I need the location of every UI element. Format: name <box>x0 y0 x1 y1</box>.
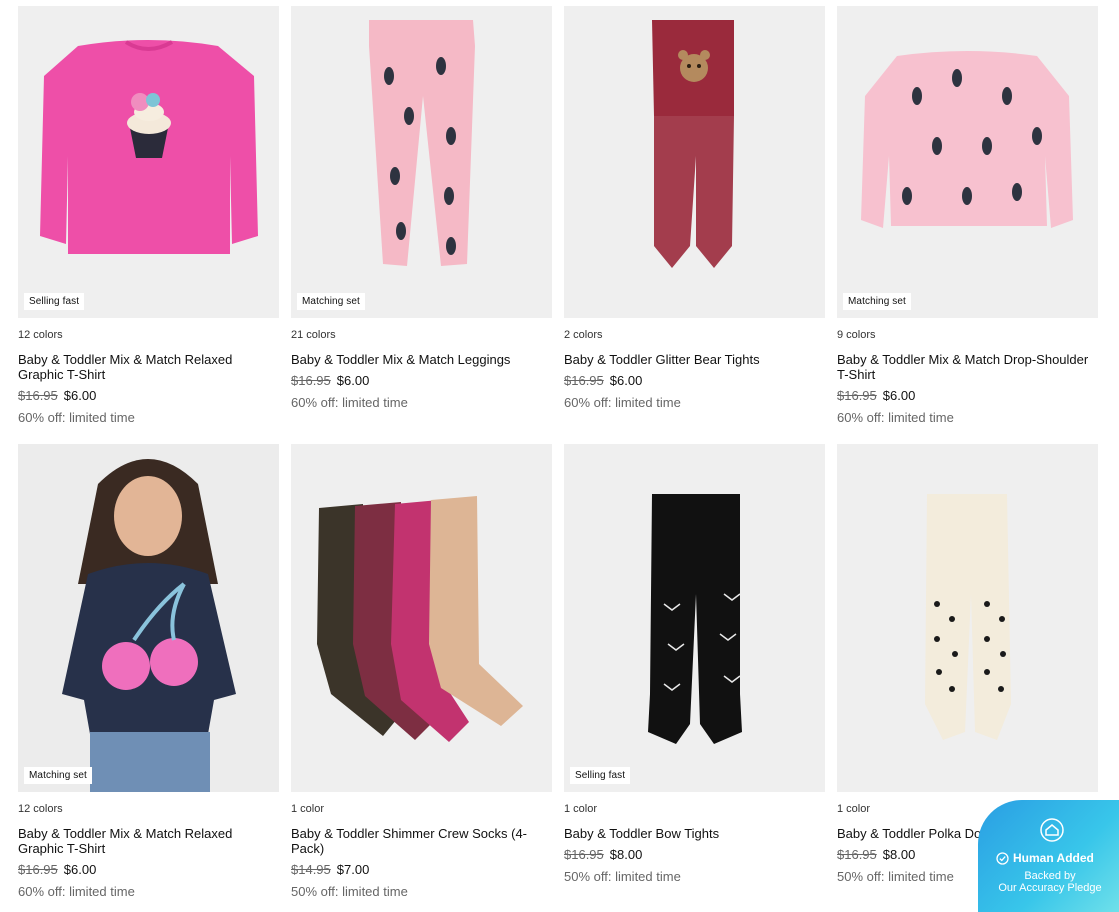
product-price: $16.95 $6.00 <box>18 862 279 877</box>
product-image[interactable]: Matching set <box>18 444 279 792</box>
promo-text: 60% off: limited time <box>564 395 681 410</box>
original-price: $14.95 <box>291 862 331 877</box>
product-badge: Matching set <box>24 767 92 784</box>
product-name[interactable]: Baby & Toddler Mix & Match Leggings <box>291 352 552 367</box>
house-icon <box>1040 818 1064 842</box>
sale-price: $6.00 <box>63 862 97 877</box>
color-count[interactable]: 21 colors <box>291 329 552 343</box>
product-card[interactable]: Selling fast 12 colors Baby & Toddler Mi… <box>18 6 279 444</box>
product-card[interactable]: 2 colors Baby & Toddler Glitter Bear Tig… <box>564 6 825 444</box>
product-price: $14.95 $7.00 <box>291 862 552 877</box>
sale-price: $8.00 <box>882 847 916 862</box>
sale-price: $6.00 <box>882 388 916 403</box>
check-circle-icon <box>996 851 1009 865</box>
pledge-title-row: Human Added <box>996 851 1116 865</box>
original-price: $16.95 <box>837 388 877 403</box>
product-name[interactable]: Baby & Toddler Shimmer Crew Socks (4-Pac… <box>291 826 552 856</box>
promo-text: 60% off: limited time <box>291 395 408 410</box>
product-price: $16.95 $6.00 <box>18 388 279 403</box>
product-name[interactable]: Baby & Toddler Mix & Match Drop-Shoulder… <box>837 352 1098 382</box>
promo-text: 50% off: limited time <box>291 884 408 899</box>
product-name[interactable]: Baby & Toddler Bow Tights <box>564 826 825 841</box>
sale-price: $7.00 <box>336 862 370 877</box>
original-price: $16.95 <box>564 847 604 862</box>
color-count[interactable]: 12 colors <box>18 803 279 817</box>
product-card[interactable]: Matching set 21 colors Baby & Toddler Mi… <box>291 6 552 444</box>
original-price: $16.95 <box>291 373 331 388</box>
original-price: $16.95 <box>564 373 604 388</box>
promo-text: 60% off: limited time <box>18 410 135 425</box>
pledge-line-2: Our Accuracy Pledge <box>998 882 1102 894</box>
product-price: $16.95 $6.00 <box>837 388 1098 403</box>
product-image[interactable] <box>291 444 552 792</box>
pledge-subtitle: Backed by Our Accuracy Pledge <box>986 870 1114 894</box>
original-price: $16.95 <box>18 862 58 877</box>
product-name[interactable]: Baby & Toddler Glitter Bear Tights <box>564 352 825 367</box>
color-count[interactable]: 2 colors <box>564 329 825 343</box>
product-row: Matching set 12 colors Baby & Toddler Mi… <box>18 444 1099 912</box>
accuracy-pledge-badge[interactable]: Human Added Backed by Our Accuracy Pledg… <box>978 800 1119 912</box>
color-count[interactable]: 12 colors <box>18 329 279 343</box>
sale-price: $6.00 <box>336 373 370 388</box>
product-badge: Selling fast <box>570 767 631 784</box>
sale-price: $6.00 <box>63 388 97 403</box>
product-image[interactable]: Selling fast <box>18 6 279 318</box>
product-card[interactable]: Matching set 12 colors Baby & Toddler Mi… <box>18 444 279 912</box>
sale-price: $6.00 <box>609 373 643 388</box>
product-badge: Selling fast <box>24 293 85 310</box>
product-card[interactable]: 1 color Baby & Toddler Shimmer Crew Sock… <box>291 444 552 912</box>
product-badge: Matching set <box>297 293 365 310</box>
product-price: $16.95 $6.00 <box>564 373 825 388</box>
color-count[interactable]: 1 color <box>291 803 552 817</box>
pledge-title: Human Added <box>1013 851 1094 865</box>
product-price: $16.95 $8.00 <box>564 847 825 862</box>
product-grid: Selling fast 12 colors Baby & Toddler Mi… <box>18 6 1099 912</box>
color-count[interactable]: 1 color <box>564 803 825 817</box>
product-name[interactable]: Baby & Toddler Mix & Match Relaxed Graph… <box>18 826 279 856</box>
pledge-line-1: Backed by <box>1024 870 1076 882</box>
promo-text: 60% off: limited time <box>837 410 954 425</box>
product-image[interactable] <box>837 444 1098 792</box>
original-price: $16.95 <box>837 847 877 862</box>
product-card[interactable]: Selling fast 1 color Baby & Toddler Bow … <box>564 444 825 912</box>
product-card[interactable]: Matching set 9 colors Baby & Toddler Mix… <box>837 6 1098 444</box>
original-price: $16.95 <box>18 388 58 403</box>
product-image[interactable] <box>564 6 825 318</box>
product-name[interactable]: Baby & Toddler Mix & Match Relaxed Graph… <box>18 352 279 382</box>
product-row: Selling fast 12 colors Baby & Toddler Mi… <box>18 6 1099 444</box>
product-image[interactable]: Matching set <box>291 6 552 318</box>
product-price: $16.95 $6.00 <box>291 373 552 388</box>
product-image[interactable]: Selling fast <box>564 444 825 792</box>
promo-text: 50% off: limited time <box>564 869 681 884</box>
color-count[interactable]: 9 colors <box>837 329 1098 343</box>
sale-price: $8.00 <box>609 847 643 862</box>
product-image[interactable]: Matching set <box>837 6 1098 318</box>
product-badge: Matching set <box>843 293 911 310</box>
promo-text: 60% off: limited time <box>18 884 135 899</box>
